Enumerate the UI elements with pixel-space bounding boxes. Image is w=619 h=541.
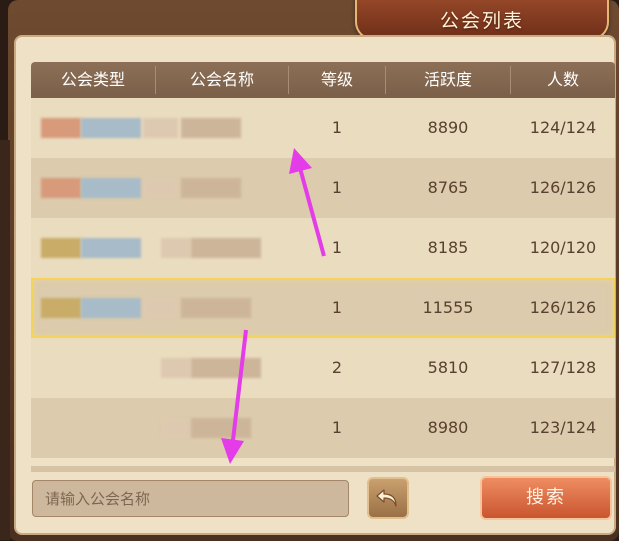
guild-name-blurred — [181, 298, 251, 318]
guild-type-blurred — [41, 298, 81, 318]
table-row-selected[interactable]: 1 11555 126/126 — [31, 278, 615, 338]
header-guild-name: 公会名称 — [189, 70, 254, 89]
guild-type-blurred — [41, 238, 81, 258]
members-cell: 126/126 — [529, 178, 597, 197]
guild-search-input[interactable] — [32, 480, 349, 517]
guild-name-blurred — [191, 358, 261, 378]
members-cell: 126/126 — [529, 298, 597, 317]
guild-name-blurred — [143, 298, 178, 318]
guild-type-blurred — [81, 298, 141, 318]
guild-type-blurred — [81, 238, 141, 258]
level-cell: 2 — [331, 358, 343, 377]
members-cell: 127/128 — [529, 358, 597, 377]
guild-name-blurred — [143, 178, 178, 198]
table-row[interactable]: 1 8890 124/124 — [31, 98, 615, 158]
window-title: 公会列表 — [439, 9, 524, 32]
guild-name-blurred — [143, 118, 178, 138]
activity-cell: 11555 — [422, 298, 474, 317]
header-guild-type: 公会类型 — [60, 70, 125, 89]
level-cell: 1 — [331, 178, 343, 197]
table-row[interactable]: 1 8765 126/126 — [31, 158, 615, 218]
level-cell: 1 — [331, 298, 343, 317]
table-header: 公会类型 公会名称 等级 活跃度 人数 — [31, 62, 615, 98]
guild-name-blurred — [191, 418, 251, 438]
activity-cell: 8765 — [427, 178, 469, 197]
header-members: 人数 — [546, 70, 579, 89]
title-plate: 公会列表 — [355, 0, 609, 40]
guild-name-blurred — [181, 178, 241, 198]
level-cell: 1 — [331, 418, 343, 437]
search-button[interactable]: 搜索 — [480, 476, 612, 520]
header-level: 等级 — [320, 70, 353, 89]
guild-type-blurred — [81, 178, 141, 198]
left-edge-shadow — [0, 140, 10, 540]
activity-cell: 5810 — [427, 358, 469, 377]
members-cell: 123/124 — [529, 418, 597, 437]
members-cell: 120/120 — [529, 238, 597, 257]
level-cell: 1 — [331, 238, 343, 257]
members-cell: 124/124 — [529, 118, 597, 137]
guild-table: 公会类型 公会名称 等级 活跃度 人数 1 8890 124/124 1 876… — [31, 62, 615, 468]
list-bottom-edge — [31, 466, 615, 472]
table-row[interactable]: 1 8185 120/120 — [31, 218, 615, 278]
guild-type-blurred — [41, 118, 81, 138]
level-cell: 1 — [331, 118, 343, 137]
guild-name-blurred — [161, 358, 191, 378]
activity-cell: 8980 — [427, 418, 469, 437]
guild-name-blurred — [191, 238, 261, 258]
guild-name-blurred — [161, 238, 191, 258]
activity-cell: 8185 — [427, 238, 469, 257]
table-row[interactable]: 2 5810 127/128 — [31, 338, 615, 398]
guild-type-blurred — [81, 118, 141, 138]
guild-type-blurred — [41, 178, 81, 198]
activity-cell: 8890 — [427, 118, 469, 137]
undo-arrow-icon — [376, 489, 397, 507]
table-row[interactable]: 1 8980 123/124 — [31, 398, 615, 458]
guild-name-blurred — [161, 418, 191, 438]
back-button[interactable] — [367, 477, 409, 519]
header-activity: 活跃度 — [423, 70, 472, 89]
guild-name-blurred — [181, 118, 241, 138]
